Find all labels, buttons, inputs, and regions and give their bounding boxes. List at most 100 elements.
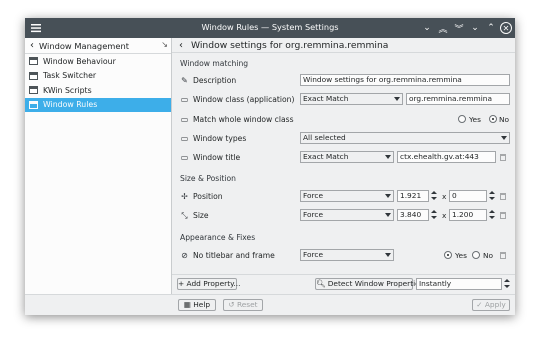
- row-window-class: ▭ Window class (application) Exact Match…: [172, 93, 515, 106]
- chevron-down-icon: [394, 97, 400, 101]
- trash-icon[interactable]: [500, 154, 506, 161]
- sidebar-item-label: Window Rules: [43, 100, 98, 110]
- detect-delay-spinner[interactable]: [503, 278, 511, 290]
- size-width-field[interactable]: 3.840: [397, 209, 429, 221]
- select-value: Force: [303, 191, 323, 200]
- chevron-down-icon: [385, 253, 391, 257]
- help-button[interactable]: ▦ Help: [178, 299, 216, 311]
- detect-delay-spinbox[interactable]: Instantly: [416, 278, 502, 290]
- row-no-titlebar: ⊘ No titlebar and frame Force Yes No: [172, 249, 515, 262]
- window-class-field[interactable]: org.remmina.remmina: [406, 93, 510, 105]
- resize-icon: ⤡: [181, 211, 188, 220]
- system-settings-window: Window Rules — System Settings ⌄ ︽ ︾ ⌄ ⌃…: [25, 18, 515, 315]
- chevron-down-icon[interactable]: ⌄: [420, 21, 434, 35]
- keep-below-icon[interactable]: ︾: [452, 21, 466, 35]
- no-titlebar-policy-select[interactable]: Force: [300, 249, 394, 261]
- sidebar-item-window-behaviour[interactable]: Window Behaviour: [25, 54, 171, 69]
- size-width-spinner[interactable]: [430, 209, 438, 221]
- main-panel: ‹ Window settings for org.remmina.remmin…: [172, 38, 515, 315]
- button-label: Detect Window Properties: [327, 279, 424, 288]
- button-label: Help: [193, 300, 211, 309]
- keep-above-icon[interactable]: ︽: [436, 21, 450, 35]
- row-position: ✢ Position Force 1.921 x 0: [172, 190, 515, 203]
- position-x-spinner[interactable]: [430, 190, 438, 202]
- sidebar-item-kwin-scripts[interactable]: KWin Scripts: [25, 83, 171, 98]
- plus-icon: +: [178, 279, 187, 288]
- row-label: Window types: [193, 134, 247, 143]
- sidebar: ‹ Window Management ↘ Window Behaviour T…: [25, 38, 172, 315]
- window-types-select[interactable]: All selected: [300, 132, 510, 144]
- no-titlebar-yes-radio[interactable]: [444, 251, 452, 259]
- radio-label: No: [499, 115, 510, 124]
- rule-actions-bar: + Add Property... 🔍︎ Detect Window Prope…: [172, 274, 515, 294]
- sidebar-item-label: Window Behaviour: [43, 56, 116, 66]
- row-label: No titlebar and frame: [193, 251, 275, 260]
- row-label: Description: [193, 76, 237, 85]
- no-titlebar-no-radio[interactable]: [472, 251, 480, 259]
- row-label: Window class (application): [193, 95, 295, 104]
- window-icon: [29, 71, 38, 80]
- row-label: Position: [193, 192, 223, 201]
- move-icon: ✢: [181, 192, 188, 201]
- radio-label: No: [483, 251, 494, 260]
- select-value: Force: [303, 210, 323, 219]
- reset-button[interactable]: ↺ Reset: [223, 299, 263, 311]
- window-types-icon: ▭: [180, 134, 189, 143]
- select-value: Exact Match: [303, 94, 349, 103]
- apply-button[interactable]: ✓ Apply: [472, 299, 510, 311]
- page-title: Window settings for org.remmina.remmina: [191, 39, 389, 51]
- section-window-matching: Window matching: [180, 59, 249, 68]
- row-window-title: ▭ Window title Exact Match ctx.ehealth.g…: [172, 151, 515, 164]
- trash-icon[interactable]: [500, 193, 506, 200]
- add-property-button[interactable]: + Add Property...: [177, 278, 240, 290]
- sidebar-item-window-rules[interactable]: Window Rules: [25, 97, 171, 112]
- minimize-icon[interactable]: ⌄: [468, 21, 482, 35]
- dialog-button-bar: ▦ Help ↺ Reset ✓ Apply: [25, 294, 515, 315]
- position-policy-select[interactable]: Force: [300, 190, 394, 202]
- trash-icon[interactable]: [500, 252, 506, 259]
- title-bar[interactable]: Window Rules — System Settings ⌄ ︽ ︾ ⌄ ⌃…: [25, 18, 515, 38]
- window-class-match-select[interactable]: Exact Match: [300, 93, 403, 105]
- size-policy-select[interactable]: Force: [300, 209, 394, 221]
- size-height-field[interactable]: 1.200: [449, 209, 487, 221]
- row-match-whole-class: ▭ Match whole window class Yes No: [172, 113, 515, 126]
- position-y-field[interactable]: 0: [449, 190, 487, 202]
- maximize-icon[interactable]: ⌃: [484, 21, 498, 35]
- sidebar-item-task-switcher[interactable]: Task Switcher: [25, 69, 171, 84]
- row-label: Match whole window class: [193, 115, 294, 124]
- row-label: Window title: [193, 153, 241, 162]
- search-icon: 🔍︎: [316, 279, 328, 288]
- window-title-match-select[interactable]: Exact Match: [300, 151, 394, 163]
- whole-class-yes-radio[interactable]: [458, 115, 466, 123]
- pin-icon[interactable]: ↘: [161, 40, 168, 49]
- window-icon: [29, 100, 38, 109]
- description-field[interactable]: Window settings for org.remmina.remmina: [300, 74, 510, 86]
- window-icon: [29, 86, 38, 95]
- radio-label: Yes: [469, 115, 481, 124]
- sidebar-list: Window Behaviour Task Switcher KWin Scri…: [25, 53, 171, 112]
- row-window-types: ▭ Window types All selected: [172, 132, 515, 145]
- back-arrow-icon[interactable]: ‹: [179, 40, 183, 51]
- button-label: Reset: [236, 300, 258, 309]
- select-value: Exact Match: [303, 152, 349, 161]
- close-icon[interactable]: ✕: [500, 22, 512, 34]
- separator: x: [442, 211, 447, 220]
- reset-icon: ↺: [228, 300, 237, 309]
- position-x-field[interactable]: 1.921: [397, 190, 429, 202]
- detect-window-properties-button[interactable]: 🔍︎ Detect Window Properties: [315, 278, 424, 290]
- row-description: ✎ Description Window settings for org.re…: [172, 74, 515, 87]
- position-y-spinner[interactable]: [488, 190, 496, 202]
- section-appearance: Appearance & Fixes: [180, 233, 256, 242]
- back-arrow-icon[interactable]: ‹: [30, 40, 34, 51]
- button-label: Add Property...: [186, 279, 241, 288]
- trash-icon[interactable]: [500, 212, 506, 219]
- button-label: Apply: [484, 300, 506, 309]
- help-icon: ▦: [183, 300, 194, 309]
- spinbox-value: Instantly: [419, 279, 452, 288]
- size-height-spinner[interactable]: [488, 209, 496, 221]
- whole-class-no-radio[interactable]: [489, 115, 497, 123]
- page-header: ‹ Window settings for org.remmina.remmin…: [172, 38, 515, 53]
- window-title-field[interactable]: ctx.ehealth.gv.at:443: [397, 151, 496, 163]
- pencil-icon: ✎: [181, 76, 188, 85]
- chevron-down-icon: [385, 194, 391, 198]
